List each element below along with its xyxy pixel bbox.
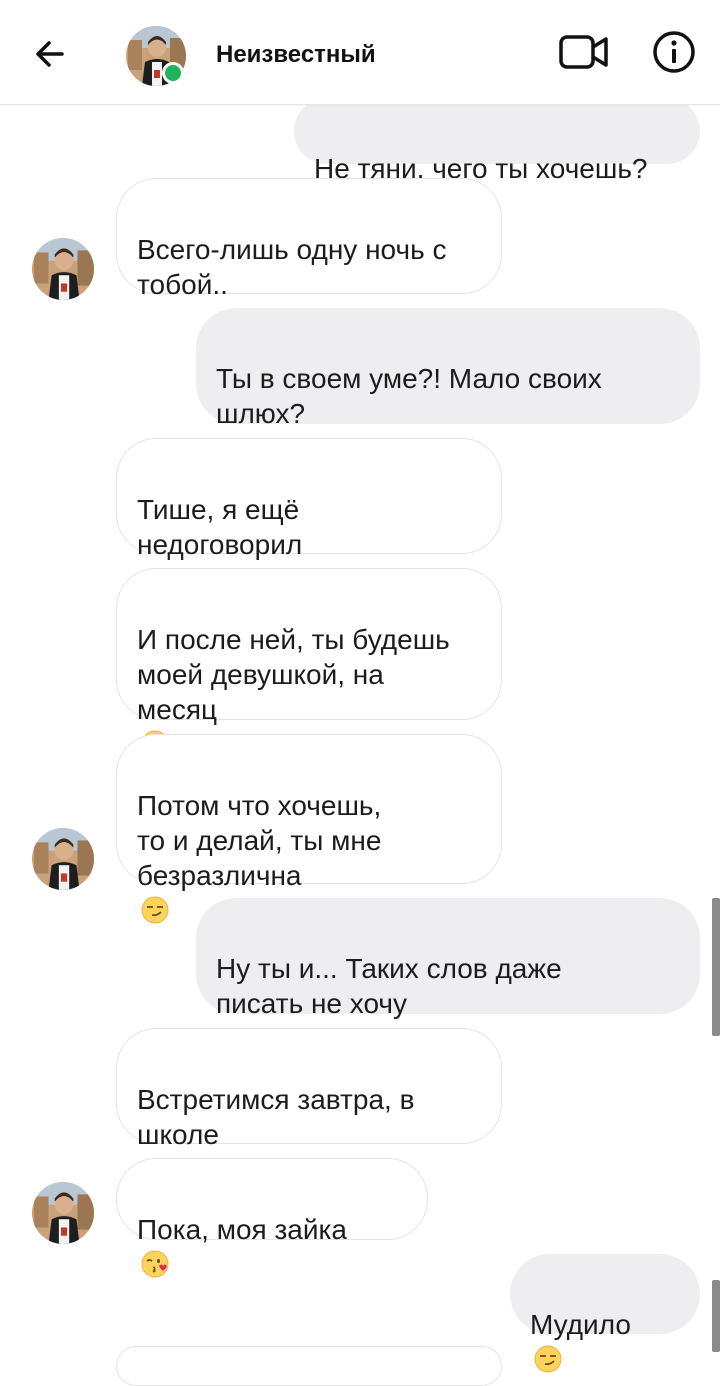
message-text: Всего-лишь одну ночь с тобой.. [137, 234, 447, 300]
message-text: Пока, моя зайка [137, 1214, 347, 1245]
message-incoming[interactable]: Пока, моя зайка [116, 1158, 428, 1278]
sender-avatar[interactable] [32, 1182, 94, 1244]
smirk-emoji-icon [141, 896, 169, 924]
sender-avatar[interactable] [32, 238, 94, 300]
message-incoming[interactable]: Всего-лишь одну ночь с тобой.. [116, 178, 502, 300]
message-text: Ты в своем уме?! Мало своих шлюх? [216, 363, 602, 429]
contact-name[interactable]: Неизвестный [216, 41, 376, 69]
message-outgoing[interactable]: Не тяни, чего ты хочешь? [294, 98, 700, 184]
message-text: Мудило [530, 1309, 631, 1340]
message-outgoing[interactable]: Мудило [510, 1254, 700, 1373]
message-outgoing[interactable]: Ну ты и... Таких слов даже писать не хоч… [196, 898, 700, 1019]
message-outgoing[interactable]: Ты в своем уме?! Мало своих шлюх? [196, 308, 700, 429]
arrow-left-icon[interactable] [30, 34, 70, 74]
scrollbar-thumb[interactable] [712, 1280, 720, 1352]
message-text: Потом что хочешь, то и делай, ты мне без… [137, 790, 382, 891]
message-incoming[interactable]: И после ней, ты будешь моей девушкой, на… [116, 568, 502, 758]
message-text: Ну ты и... Таких слов даже писать не хоч… [216, 953, 562, 1019]
info-icon[interactable] [652, 30, 696, 74]
scrollbar-thumb[interactable] [712, 898, 720, 1036]
message-text: Встретимся завтра, в школе [137, 1084, 415, 1150]
online-status-dot [162, 62, 184, 84]
sender-avatar[interactable] [32, 828, 94, 890]
chat-header: Неизвестный [0, 0, 720, 105]
message-incoming[interactable]: Встретимся завтра, в школе [116, 1028, 502, 1150]
message-incoming-partial[interactable] [116, 1346, 502, 1386]
message-incoming[interactable]: Потом что хочешь, то и делай, ты мне без… [116, 734, 502, 924]
message-text: Тише, я ещё недоговорил [137, 494, 303, 560]
message-text: И после ней, ты будешь моей девушкой, на… [137, 624, 450, 725]
smirk-emoji-icon [534, 1345, 562, 1373]
message-incoming[interactable]: Тише, я ещё недоговорил [116, 438, 502, 560]
video-call-icon[interactable] [558, 30, 610, 74]
kiss-emoji-icon [141, 1250, 169, 1278]
